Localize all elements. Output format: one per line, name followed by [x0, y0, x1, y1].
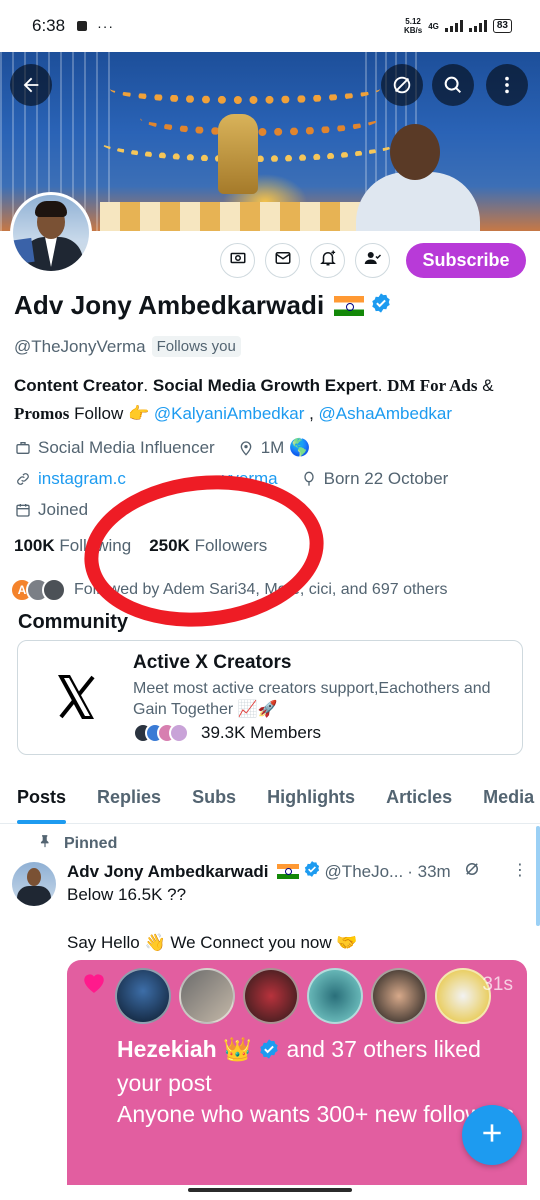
profile-avatar[interactable]: [10, 192, 92, 274]
community-description: Meet most active creators support,Eachot…: [133, 680, 491, 718]
x-logo-icon: [46, 667, 106, 727]
person-check-icon: [364, 249, 382, 272]
tab-highlights[interactable]: Highlights: [267, 772, 355, 824]
bell-plus-icon: [319, 249, 337, 272]
briefcase-icon: [14, 439, 32, 457]
india-flag-icon: [334, 295, 365, 316]
post-text-line-1: Below 16.5K ??: [67, 885, 187, 904]
follower-avatar-3: [42, 578, 66, 602]
signal-icon-2: [468, 20, 487, 32]
profile-joined: Joined: [38, 500, 89, 519]
post-header: Adv Jony Ambedkarwadi @TheJo... · 33m: [67, 860, 481, 883]
verified-icon: [258, 1037, 280, 1068]
profile-born: Born 22 October: [323, 469, 449, 488]
media-text: Hezekiah 👑 and 37 others liked your post…: [117, 1036, 514, 1127]
post-text-line-2: Say Hello 👋 We Connect you now 🤝: [67, 933, 358, 952]
following-button[interactable]: [355, 243, 390, 278]
grok-icon: [391, 74, 413, 96]
mention-link[interactable]: @KalyaniAmbedkar: [154, 404, 305, 423]
status-time: 6:38: [32, 16, 66, 35]
members-count: 39.3K Members: [201, 723, 321, 742]
profile-tabs: Posts Replies Subs Highlights Articles M…: [0, 772, 540, 824]
battery-icon: 83: [492, 19, 512, 33]
link-icon: [14, 470, 32, 488]
liker-avatar-3: [243, 968, 299, 1024]
post-author-handle: @TheJo...: [324, 861, 404, 881]
profile-handle: @TheJonyVerma: [14, 336, 146, 356]
post-author-avatar[interactable]: [12, 862, 56, 906]
status-right: 5.12 KB/s 4G 83: [404, 17, 512, 35]
scrollbar[interactable]: [536, 826, 540, 926]
signal-icon: [444, 20, 463, 32]
grok-icon[interactable]: [463, 860, 481, 883]
tab-articles[interactable]: Articles: [386, 772, 452, 824]
follows-you-badge: Follows you: [151, 336, 241, 357]
notify-button[interactable]: [310, 243, 345, 278]
plus-icon: [479, 1120, 505, 1151]
arrow-left-icon: [20, 74, 42, 96]
back-button[interactable]: [10, 64, 52, 106]
profile-category: Social Media Influencer: [38, 438, 215, 457]
grok-button[interactable]: [381, 64, 423, 106]
home-indicator[interactable]: [188, 1188, 352, 1192]
banner-statue: [218, 114, 258, 194]
community-heading: Community: [18, 611, 128, 633]
calendar-icon: [14, 501, 32, 519]
verified-icon[interactable]: [370, 292, 392, 319]
location-icon: [237, 439, 255, 457]
network-type: 4G: [428, 21, 439, 31]
notification-time: 31s: [482, 974, 513, 995]
message-button[interactable]: [265, 243, 300, 278]
tab-replies[interactable]: Replies: [97, 772, 161, 824]
tab-media[interactable]: Media: [483, 772, 534, 824]
profile-name: Adv Jony Ambedkarwadi: [14, 290, 325, 320]
post-author-name[interactable]: Adv Jony Ambedkarwadi: [67, 862, 269, 882]
more-button[interactable]: [486, 64, 528, 106]
profile-meta-row-3: Joined: [14, 500, 88, 520]
more-vertical-icon: [496, 74, 518, 96]
tip-button[interactable]: [220, 243, 255, 278]
mention-link-2[interactable]: @AshaAmbedkar: [319, 404, 453, 423]
post-time: · 33m: [407, 861, 451, 881]
network-speed: 5.12 KB/s: [403, 17, 423, 35]
liker-avatar-4: [307, 968, 363, 1024]
banner-person: [350, 110, 480, 231]
member-avatar-4: [169, 723, 189, 743]
post-more-icon[interactable]: ⋮: [512, 860, 528, 880]
profile-meta-row-1: Social Media Influencer 1M 🌎: [14, 438, 310, 458]
profile-name-row: Adv Jony Ambedkarwadi: [14, 290, 392, 321]
verified-icon: [303, 860, 321, 883]
profile-actions: Subscribe: [220, 243, 526, 278]
liker-avatar: [115, 968, 171, 1024]
heart-icon: [81, 970, 107, 999]
search-icon: [442, 74, 464, 96]
status-bar: 6:38 ··· 5.12 KB/s 4G 83: [0, 0, 540, 52]
envelope-icon: [274, 249, 292, 272]
compose-button[interactable]: [462, 1105, 522, 1165]
money-icon: [229, 249, 247, 272]
search-button[interactable]: [432, 64, 474, 106]
subscribe-button[interactable]: Subscribe: [406, 243, 526, 278]
tab-subs[interactable]: Subs: [192, 772, 236, 824]
balloon-icon: [300, 470, 318, 488]
community-members: 39.3K Members: [133, 723, 321, 743]
pin-icon: [38, 833, 52, 854]
tab-posts[interactable]: Posts: [17, 772, 67, 824]
india-flag-icon: [276, 864, 299, 879]
post-media[interactable]: 31s Hezekiah 👑 and 37 others liked your …: [67, 960, 527, 1185]
liker-avatar-2: [179, 968, 235, 1024]
handle-row: @TheJonyVerma Follows you: [14, 336, 241, 357]
liker-avatar-5: [371, 968, 427, 1024]
community-name: Active X Creators: [133, 652, 292, 673]
status-overflow: ···: [97, 18, 115, 34]
liker-avatars: [115, 968, 491, 1024]
community-card[interactable]: Active X Creators Meet most active creat…: [17, 640, 523, 755]
profile-bio: Content Creator. Social Media Growth Exp…: [14, 376, 494, 423]
pinned-label: Pinned: [38, 833, 117, 854]
notification-icon: [77, 21, 88, 31]
profile-location: 1M 🌎: [260, 438, 311, 457]
